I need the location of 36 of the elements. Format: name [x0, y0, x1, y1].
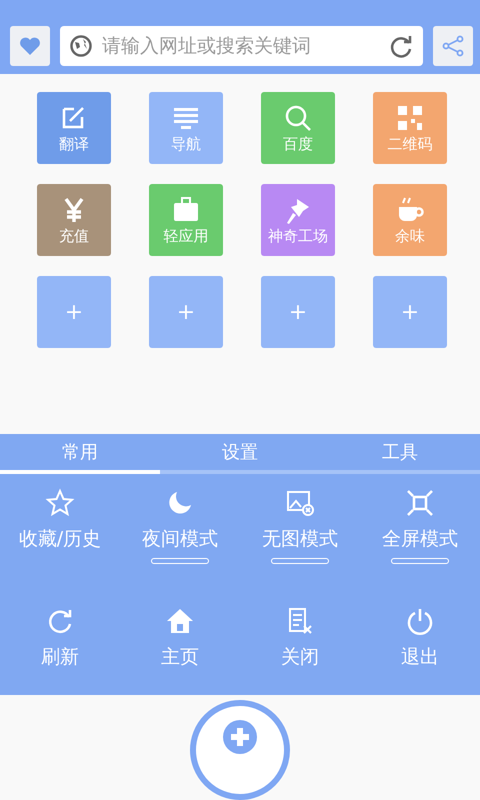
add-shortcut-tile[interactable]: + — [261, 276, 335, 348]
power-icon — [405, 606, 435, 636]
menu-item[interactable]: 刷新 — [0, 600, 120, 695]
favorite-button[interactable] — [10, 26, 50, 66]
no-image-icon — [285, 488, 315, 518]
menu-tab[interactable]: 常用 — [0, 434, 160, 474]
fullscreen-icon — [405, 488, 435, 518]
add-shortcut-tile[interactable]: + — [149, 276, 223, 348]
add-shortcut-tile[interactable]: + — [373, 276, 447, 348]
menu-tab[interactable]: 设置 — [160, 434, 320, 474]
refresh-icon[interactable] — [389, 34, 413, 58]
shortcut-tile[interactable]: 二维码 — [373, 92, 447, 164]
shortcut-tile[interactable]: 充值 — [37, 184, 111, 256]
menu-item[interactable]: 全屏模式 — [360, 482, 480, 600]
share-button[interactable] — [433, 26, 473, 66]
menu-tab[interactable]: 工具 — [320, 434, 480, 474]
shortcut-tile[interactable]: 导航 — [149, 92, 223, 164]
menu-item[interactable]: 无图模式 — [240, 482, 360, 600]
shortcut-tile[interactable]: 神奇工场 — [261, 184, 335, 256]
share-icon — [441, 34, 465, 58]
menu-item[interactable]: 夜间模式 — [120, 482, 240, 600]
menu-item[interactable]: 收藏/历史 — [0, 482, 120, 600]
star-icon — [45, 488, 75, 518]
address-field[interactable]: 请输入网址或搜索关键词 — [60, 26, 423, 66]
add-shortcut-tile[interactable]: + — [37, 276, 111, 348]
menu-item[interactable]: 关闭 — [240, 600, 360, 695]
shortcut-tile[interactable]: 余味 — [373, 184, 447, 256]
heart-icon — [19, 36, 41, 56]
globe-icon — [70, 35, 92, 58]
menu-item[interactable]: 主页 — [120, 600, 240, 695]
shortcut-tile[interactable]: 翻译 — [37, 92, 111, 164]
shortcut-tile[interactable]: 百度 — [261, 92, 335, 164]
shortcut-tile[interactable]: 轻应用 — [149, 184, 223, 256]
plus-icon — [223, 720, 257, 754]
menu-item[interactable]: 退出 — [360, 600, 480, 695]
home-icon — [165, 606, 195, 636]
